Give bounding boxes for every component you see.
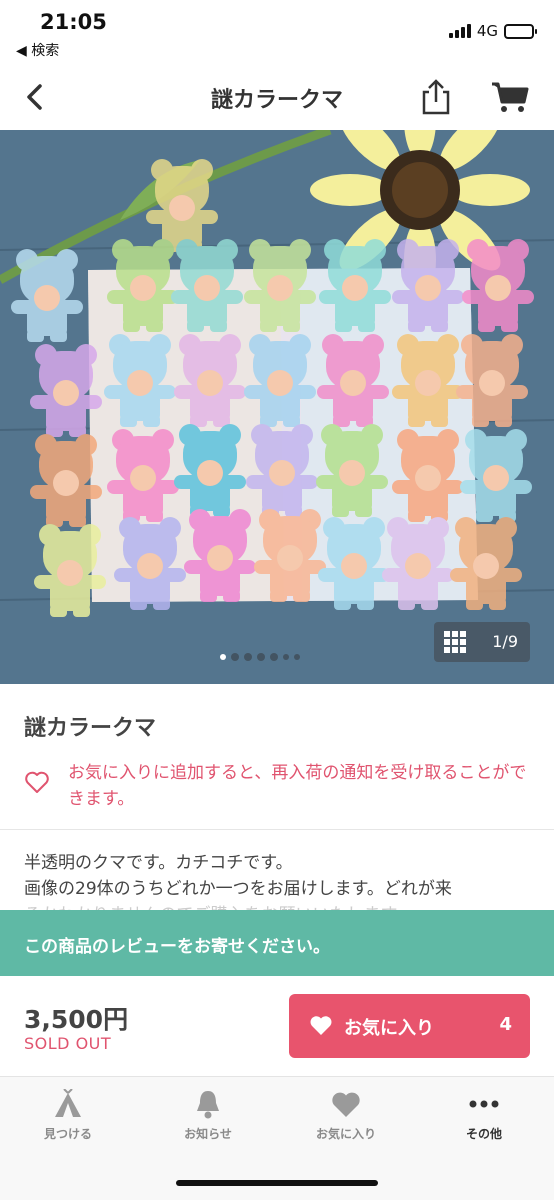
favorite-button-label: お気に入り xyxy=(344,1018,434,1039)
sold-out-badge: SOLD OUT xyxy=(24,1034,112,1053)
page-title: 謎カラークマ xyxy=(210,88,343,113)
network-label: 4G xyxy=(476,22,498,40)
battery-icon xyxy=(504,23,537,39)
product-image[interactable] xyxy=(0,130,554,684)
heart-outline-icon[interactable] xyxy=(24,770,50,794)
signal-icon xyxy=(448,24,471,38)
tab-more[interactable]: その他 xyxy=(434,1089,534,1142)
nav-bar: 謎カラークマ xyxy=(0,64,554,130)
review-banner-text: この商品のレビューをお寄せください。 xyxy=(24,937,330,957)
tab-label: 見つける xyxy=(43,1127,92,1141)
tab-discover[interactable]: 見つける xyxy=(18,1089,118,1142)
tab-label: その他 xyxy=(465,1127,502,1141)
gallery-counter: 1/9 xyxy=(492,632,518,651)
price: 3,500円 xyxy=(24,1005,129,1034)
home-indicator[interactable] xyxy=(176,1180,378,1186)
cart-icon[interactable] xyxy=(490,80,530,114)
bear-figures xyxy=(11,159,534,617)
description-line: 半透明のクマです。カチコチです。 xyxy=(24,853,293,873)
favorite-count: 4 xyxy=(499,1014,512,1035)
heart-icon xyxy=(332,1092,360,1117)
divider xyxy=(0,829,554,830)
grid-icon xyxy=(444,631,466,653)
status-bar: 21:05 ◀ 検索 4G xyxy=(0,0,554,64)
heart-icon xyxy=(310,1016,332,1035)
share-icon[interactable] xyxy=(418,78,454,116)
bell-icon xyxy=(197,1091,219,1119)
status-indicators: 4G xyxy=(448,22,537,40)
status-time: 21:05 xyxy=(40,10,107,34)
tent-icon xyxy=(55,1089,81,1117)
tab-notifications[interactable]: お知らせ xyxy=(158,1089,258,1142)
purchase-bar: 3,500円 SOLD OUT お気に入り 4 xyxy=(0,976,554,1076)
tab-label: お気に入り xyxy=(315,1127,376,1141)
gallery-counter-button[interactable]: 1/9 xyxy=(434,622,530,662)
review-request-banner[interactable]: この商品のレビューをお寄せください。 xyxy=(0,910,554,976)
more-icon xyxy=(469,1100,499,1108)
product-name: 謎カラークマ xyxy=(24,716,157,741)
tab-favorites[interactable]: お気に入り xyxy=(296,1089,396,1142)
gallery-page-dots[interactable] xyxy=(220,653,300,661)
favorite-note-text: お気に入りに追加すると、再入荷の通知を受け取ることができます。 xyxy=(68,763,527,809)
description-line: 画像の29体のうちどれか一つをお届けします。どれが来 xyxy=(24,879,452,899)
favorite-button[interactable]: お気に入り 4 xyxy=(289,994,530,1058)
tab-label: お知らせ xyxy=(184,1127,232,1141)
back-to-search-link[interactable]: ◀ 検索 xyxy=(16,40,59,60)
